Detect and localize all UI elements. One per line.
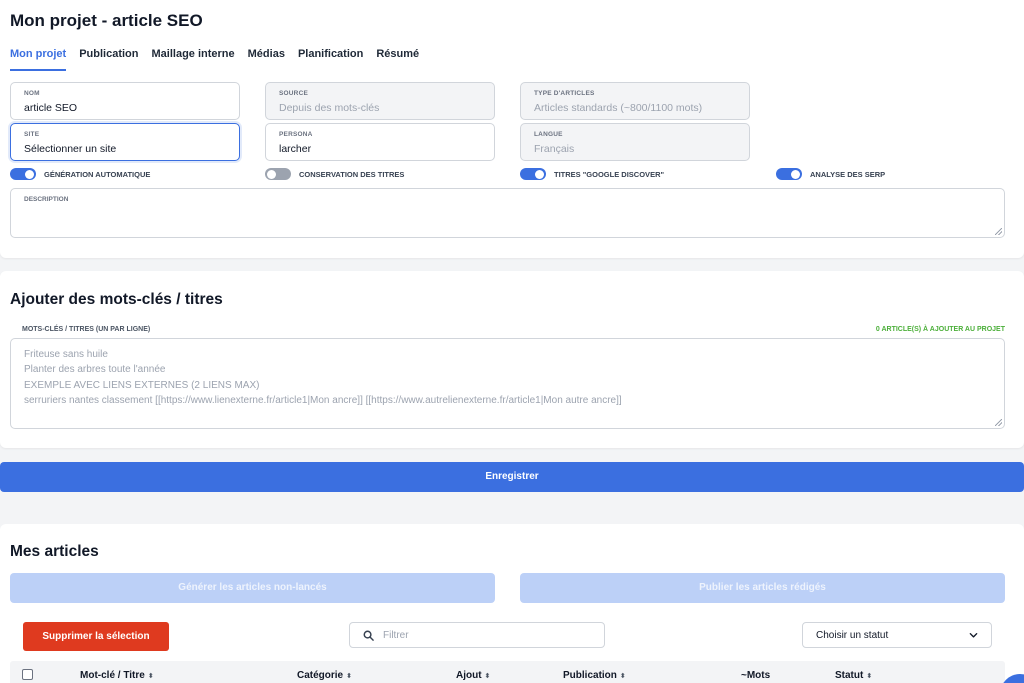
- articles-count-label: 0 ARTICLE(S) À AJOUTER AU PROJET: [875, 326, 1005, 333]
- filter-field[interactable]: [349, 622, 605, 648]
- toggle-label: GÉNÉRATION AUTOMATIQUE: [44, 169, 151, 179]
- column-label: Catégorie: [297, 670, 344, 681]
- toggle-google-discover[interactable]: TITRES "GOOGLE DISCOVER": [520, 168, 664, 180]
- keywords-placeholder: Friteuse sans huile Planter des arbres t…: [24, 347, 622, 408]
- resize-handle-icon[interactable]: [995, 228, 1002, 235]
- tab-medias[interactable]: Médias: [248, 48, 285, 71]
- persona-field[interactable]: PERSONA larcher: [265, 123, 495, 161]
- status-select-value: Choisir un statut: [816, 630, 889, 641]
- project-settings-card: Mon projet - article SEO Mon projet Publ…: [0, 0, 1024, 258]
- column-label: ~Mots: [741, 670, 771, 681]
- column-label: Statut: [835, 670, 864, 681]
- persona-label: PERSONA: [279, 131, 313, 138]
- nom-field[interactable]: NOM article SEO: [10, 82, 240, 120]
- save-button[interactable]: Enregistrer: [0, 462, 1024, 492]
- article-type-value: Articles standards (~800/1100 mots): [534, 102, 703, 114]
- toggle-switch[interactable]: [265, 168, 291, 180]
- article-type-label: TYPE D'ARTICLES: [534, 90, 595, 97]
- filter-input[interactable]: [383, 627, 593, 644]
- select-all-checkbox[interactable]: [22, 669, 33, 680]
- generate-articles-button[interactable]: Générer les articles non-lancés: [10, 573, 495, 603]
- site-select[interactable]: SITE Sélectionner un site: [10, 123, 240, 161]
- toggle-label: ANALYSE DES SERP: [810, 169, 886, 179]
- delete-selection-button[interactable]: Supprimer la sélection: [23, 622, 169, 651]
- sort-icon: ⬍: [147, 673, 154, 680]
- toggle-label: TITRES "GOOGLE DISCOVER": [554, 169, 665, 179]
- description-textarea[interactable]: DESCRIPTION: [10, 188, 1005, 238]
- status-select[interactable]: Choisir un statut: [802, 622, 992, 648]
- column-header-words: ~Mots: [741, 670, 770, 681]
- articles-title: Mes articles: [10, 543, 99, 560]
- description-label: DESCRIPTION: [24, 196, 69, 203]
- placeholder-line: serruriers nantes classement [[https://w…: [24, 394, 622, 406]
- site-label: SITE: [24, 131, 40, 138]
- nom-value: article SEO: [24, 102, 78, 114]
- toggle-generation-auto[interactable]: GÉNÉRATION AUTOMATIQUE: [10, 168, 150, 180]
- toggle-switch[interactable]: [520, 168, 546, 180]
- sort-icon: ⬍: [619, 673, 626, 680]
- persona-value: larcher: [279, 143, 312, 155]
- column-label: Publication: [563, 670, 617, 681]
- column-header-category[interactable]: Catégorie ⬍: [297, 670, 352, 681]
- articles-card: Mes articles Générer les articles non-la…: [0, 524, 1024, 683]
- sort-icon: ⬍: [346, 673, 352, 680]
- chevron-down-icon: [969, 633, 978, 638]
- search-icon: [363, 630, 374, 641]
- toggle-switch[interactable]: [776, 168, 802, 180]
- publish-articles-button[interactable]: Publier les articles rédigés: [520, 573, 1005, 603]
- placeholder-line: Planter des arbres toute l'année: [24, 364, 166, 376]
- sort-icon: ⬍: [484, 673, 491, 680]
- placeholder-line: EXEMPLE AVEC LIENS EXTERNES (2 LIENS MAX…: [24, 379, 260, 391]
- source-field: SOURCE Depuis des mots-clés: [265, 82, 495, 120]
- column-label: Mot-clé / Titre: [80, 670, 145, 681]
- column-header-publication[interactable]: Publication ⬍: [563, 670, 626, 681]
- column-header-keyword[interactable]: Mot-clé / Titre ⬍: [80, 670, 154, 681]
- keywords-textarea[interactable]: Friteuse sans huile Planter des arbres t…: [10, 338, 1005, 429]
- langue-field: LANGUE Français: [520, 123, 750, 161]
- tab-publication[interactable]: Publication: [79, 48, 138, 71]
- langue-value: Français: [534, 143, 575, 155]
- column-header-status[interactable]: Statut ⬍: [835, 670, 872, 681]
- resize-handle-icon[interactable]: [995, 419, 1002, 426]
- tab-resume[interactable]: Résumé: [376, 48, 419, 71]
- keywords-card: Ajouter des mots-clés / titres MOTS-CLÉS…: [0, 271, 1024, 448]
- toggle-conservation-titres[interactable]: CONSERVATION DES TITRES: [265, 168, 404, 180]
- column-label: Ajout: [456, 670, 482, 681]
- column-header-added[interactable]: Ajout ⬍: [456, 670, 490, 681]
- langue-label: LANGUE: [534, 131, 563, 138]
- article-type-field: TYPE D'ARTICLES Articles standards (~800…: [520, 82, 750, 120]
- keywords-label: MOTS-CLÉS / TITRES (UN PAR LIGNE): [22, 326, 151, 333]
- source-value: Depuis des mots-clés: [279, 102, 380, 114]
- articles-table-header: Mot-clé / Titre ⬍ Catégorie ⬍ Ajout ⬍ Publi…: [10, 661, 1005, 683]
- source-label: SOURCE: [279, 90, 309, 97]
- sort-icon: ⬍: [866, 673, 873, 680]
- placeholder-line: Friteuse sans huile: [24, 349, 108, 360]
- page-title: Mon projet - article SEO: [10, 11, 203, 30]
- keywords-title: Ajouter des mots-clés / titres: [10, 291, 223, 308]
- toggle-label: CONSERVATION DES TITRES: [299, 169, 405, 179]
- tab-maillage-interne[interactable]: Maillage interne: [152, 48, 235, 71]
- site-value: Sélectionner un site: [24, 143, 117, 155]
- tab-bar: Mon projet Publication Maillage interne …: [10, 48, 419, 71]
- tab-mon-projet[interactable]: Mon projet: [10, 48, 67, 71]
- tab-planification[interactable]: Planification: [298, 48, 363, 71]
- nom-label: NOM: [24, 90, 40, 97]
- toggle-switch[interactable]: [10, 168, 36, 180]
- toggle-analyse-serp[interactable]: ANALYSE DES SERP: [776, 168, 885, 180]
